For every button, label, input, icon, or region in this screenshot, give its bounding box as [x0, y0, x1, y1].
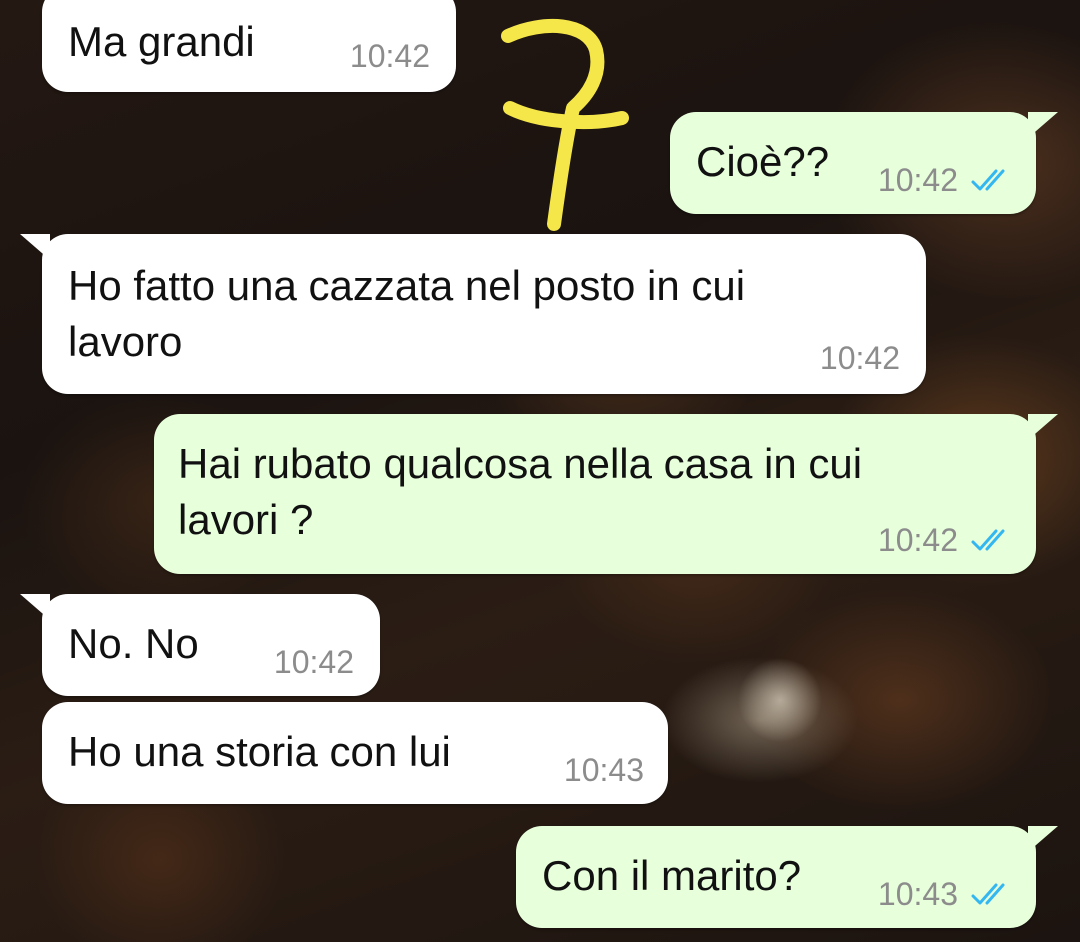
- message-text: Ho fatto una cazzata nel posto in cui la…: [68, 262, 746, 365]
- message-time: 10:42: [274, 644, 354, 680]
- outgoing-message[interactable]: Con il marito? 10:43: [516, 826, 1058, 928]
- incoming-message[interactable]: Ho una storia con lui 10:43: [42, 702, 668, 804]
- message-text: No. No: [68, 620, 199, 667]
- message-time: 10:42: [350, 38, 430, 74]
- timestamp: 10:42: [819, 340, 900, 376]
- message-text: Cioè??: [696, 138, 830, 185]
- outgoing-message[interactable]: Cioè?? 10:42: [670, 112, 1058, 214]
- message-meta: 10:43: [878, 876, 1014, 912]
- timestamp: 10:42: [877, 162, 958, 198]
- message-meta: 10:42: [878, 162, 1014, 198]
- timestamp: 10:43: [563, 752, 644, 788]
- double-check-read-icon: [971, 529, 1005, 551]
- incoming-message[interactable]: Ma grandi 10:42: [42, 0, 456, 92]
- message-text: Con il marito?: [542, 852, 802, 899]
- message-text: Ma grandi: [68, 18, 255, 65]
- message-time: 10:42: [820, 340, 900, 376]
- double-check-read-icon: [971, 883, 1005, 905]
- message-time: 10:43: [564, 752, 644, 788]
- incoming-message[interactable]: Ho fatto una cazzata nel posto in cui la…: [20, 234, 926, 394]
- timestamp: 10:42: [877, 522, 958, 558]
- yellow-marker-scribble: [501, 19, 629, 231]
- timestamp: 10:42: [273, 644, 354, 680]
- message-meta: 10:42: [878, 522, 1014, 558]
- incoming-message[interactable]: No. No 10:42: [20, 594, 380, 696]
- message-text: Ho una storia con lui: [68, 728, 451, 775]
- timestamp: 10:43: [877, 876, 958, 912]
- double-check-read-icon: [971, 169, 1005, 191]
- outgoing-message[interactable]: Hai rubato qualcosa nella casa in cui la…: [154, 414, 1058, 574]
- timestamp: 10:42: [349, 38, 430, 74]
